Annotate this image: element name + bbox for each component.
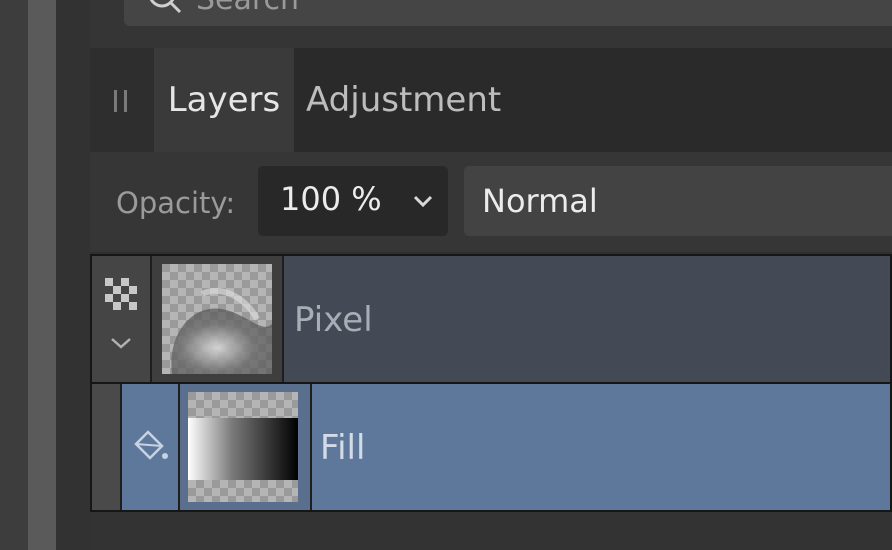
opacity-value: 100 % [280, 180, 382, 218]
layers-studio-window: Search Layers Adjustment Opacity: 100 % [0, 0, 892, 550]
layers-empty-area [90, 512, 892, 550]
layer-thumbnail [188, 392, 298, 502]
chevron-down-icon [413, 195, 433, 208]
panel-tabbar: Layers Adjustment [90, 48, 892, 152]
search-input[interactable]: Search [196, 0, 299, 17]
checkerboard-icon[interactable] [105, 278, 137, 314]
layer-thumbnail-frame [152, 256, 284, 382]
layer-row-pixel[interactable]: Pixel [90, 254, 892, 384]
left-gutter [56, 0, 90, 550]
layer-controls [122, 384, 180, 510]
layer-properties-bar: Opacity: 100 % Normal [90, 152, 892, 252]
search-bar[interactable]: Search [124, 0, 892, 26]
opacity-dropdown[interactable]: 100 % [258, 166, 448, 236]
opacity-label: Opacity: [116, 186, 236, 220]
blend-mode-value: Normal [482, 182, 598, 220]
layer-controls [92, 256, 152, 382]
layers-panel: Layers Adjustment Opacity: 100 % Normal [90, 48, 892, 550]
layer-row-fill[interactable]: Fill [90, 382, 892, 512]
tab-layers[interactable]: Layers [154, 48, 294, 152]
left-scroll-strip[interactable] [28, 0, 56, 550]
layer-name[interactable]: Pixel [294, 300, 373, 340]
tab-layers-label: Layers [167, 80, 281, 120]
blend-mode-dropdown[interactable]: Normal [464, 166, 892, 236]
fill-bucket-icon [134, 430, 168, 460]
layer-name[interactable]: Fill [320, 428, 365, 468]
tab-adjustment-label: Adjustment [306, 80, 502, 120]
tab-adjustment[interactable]: Adjustment [306, 48, 526, 152]
gradient-preview [188, 418, 298, 480]
search-icon [149, 0, 182, 14]
layer-thumbnail [162, 264, 272, 374]
left-edge [0, 0, 28, 550]
panel-grip-icon[interactable] [90, 48, 154, 152]
layer-indent [92, 384, 122, 510]
layer-thumbnail-frame [180, 384, 312, 510]
chevron-down-icon[interactable] [109, 336, 133, 350]
